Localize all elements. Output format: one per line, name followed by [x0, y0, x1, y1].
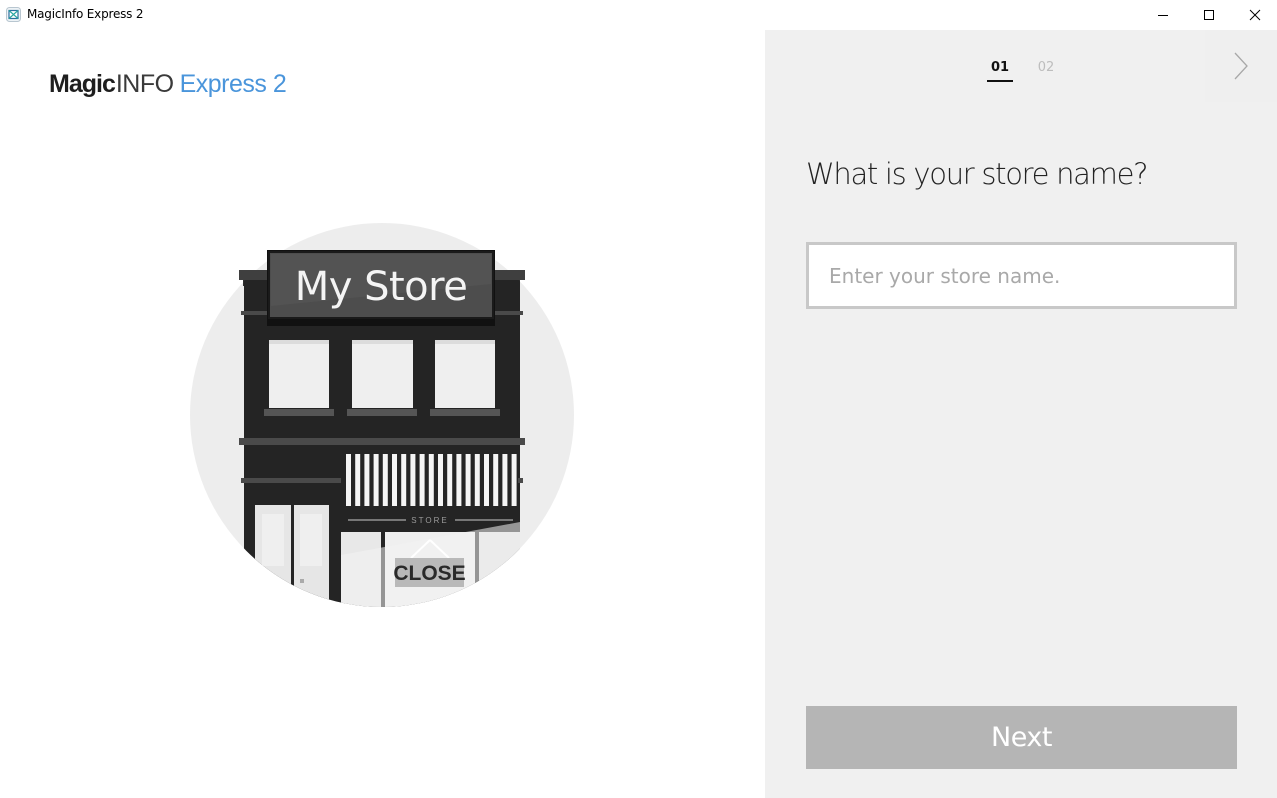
awning-stripe	[465, 454, 471, 506]
awning-stripe	[438, 454, 443, 506]
app-icon	[6, 7, 21, 22]
left-pane: MagicINFO Express 2 STORE CLOSE My Store	[0, 30, 765, 798]
awning-stripe	[428, 454, 434, 506]
logo-info: INFO	[115, 70, 174, 98]
awning-stripe	[392, 454, 397, 506]
close-sign-text: CLOSE	[393, 562, 465, 585]
awning-stripe	[382, 454, 388, 506]
store-sign-text: My Store	[295, 264, 468, 310]
title-bar: MagicInfo Express 2	[0, 0, 1277, 30]
awning-stripe	[419, 454, 425, 506]
awning-stripe	[456, 454, 462, 506]
awning-stripe	[401, 454, 407, 506]
awning-stripe	[502, 454, 508, 506]
awning-stripe	[511, 454, 517, 506]
awning-stripe	[346, 454, 351, 506]
store-name-input[interactable]	[806, 242, 1237, 309]
store-name-question: What is your store name?	[806, 157, 1149, 191]
awning-stripe	[364, 454, 370, 506]
chevron-right-icon	[1234, 52, 1248, 80]
awning-stripe	[373, 454, 379, 506]
minimize-button[interactable]	[1140, 0, 1186, 30]
maximize-button[interactable]	[1186, 0, 1232, 30]
magicinfo-logo: MagicINFO Express 2	[49, 70, 287, 99]
logo-express: Express 2	[179, 70, 287, 98]
close-icon	[1249, 9, 1261, 21]
awning-stripe	[447, 454, 453, 506]
awning-stripe	[484, 454, 489, 506]
window-title: MagicInfo Express 2	[27, 7, 144, 21]
maximize-icon	[1204, 10, 1214, 20]
awning-stripe	[493, 454, 499, 506]
step-02[interactable]: 02	[1033, 60, 1059, 82]
awning-store-text: STORE	[411, 516, 448, 525]
next-button[interactable]: Next	[806, 706, 1237, 769]
wizard-panel: 01 02 What is your store name? Next	[765, 30, 1277, 798]
minimize-icon	[1158, 15, 1168, 16]
step-01[interactable]: 01	[987, 60, 1013, 82]
awning-stripe	[474, 454, 480, 506]
awning-stripe	[355, 454, 361, 506]
next-step-arrow[interactable]	[1205, 30, 1277, 102]
awning-stripe	[410, 454, 416, 506]
close-button[interactable]	[1232, 0, 1277, 30]
step-indicator: 01 02	[987, 60, 1059, 82]
logo-magic: Magic	[49, 70, 116, 98]
store-illustration: STORE CLOSE My Store	[185, 210, 580, 615]
